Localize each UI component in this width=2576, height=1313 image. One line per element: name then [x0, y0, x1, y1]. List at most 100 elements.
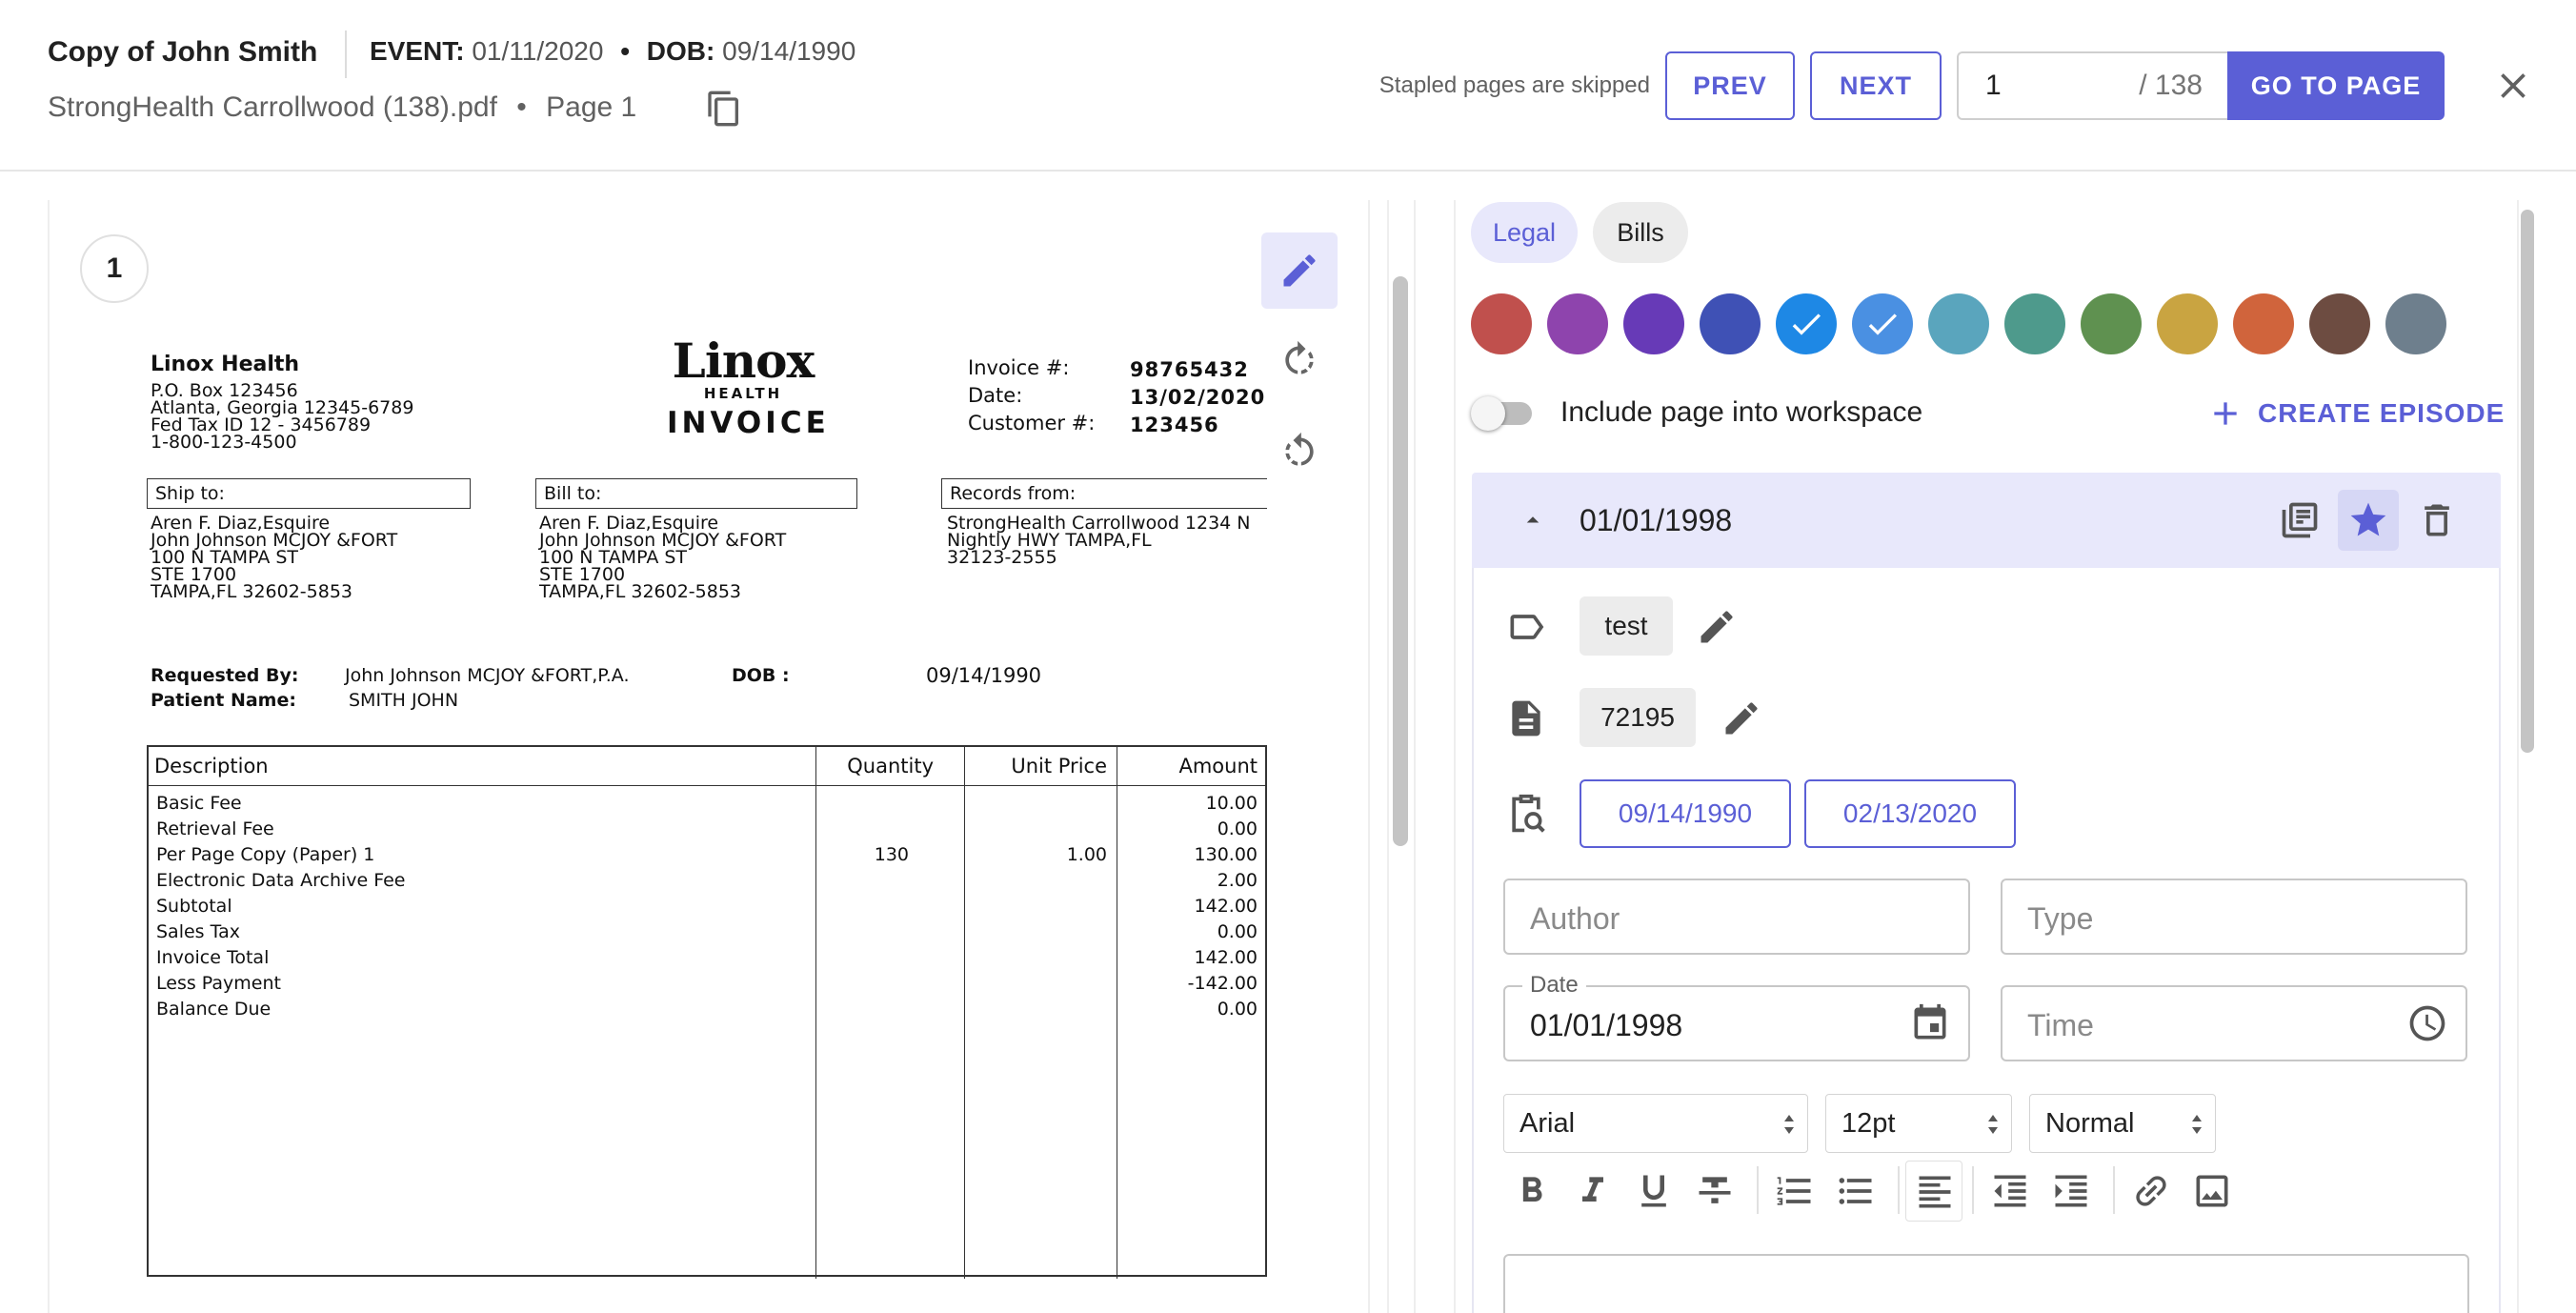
color-swatch[interactable] — [2004, 293, 2065, 354]
dob-date-button[interactable]: 09/14/1990 — [1580, 779, 1791, 848]
logo-subtext: HEALTH — [703, 385, 783, 402]
close-icon[interactable] — [2492, 65, 2534, 107]
copy-icon[interactable] — [705, 90, 743, 128]
underline-icon[interactable] — [1633, 1170, 1675, 1212]
author-field[interactable]: Author — [1503, 879, 1970, 955]
indent-icon[interactable] — [2050, 1170, 2092, 1212]
description-cell: Sales Tax — [156, 921, 240, 942]
requested-by-value: John Johnson MCJOY &FORT,P.A. — [345, 665, 630, 686]
prev-button[interactable]: PREV — [1665, 51, 1795, 120]
next-button[interactable]: NEXT — [1810, 51, 1942, 120]
edit-code-icon[interactable] — [1721, 697, 1762, 739]
author-placeholder: Author — [1530, 901, 1620, 936]
table-row: Per Page Copy (Paper) 1 130 1.00 130.00 — [149, 842, 1265, 868]
address-line: TAMPA,FL 32602-5853 — [151, 581, 353, 602]
font-family-select[interactable]: Arial — [1503, 1094, 1808, 1153]
strikethrough-icon[interactable] — [1694, 1170, 1736, 1212]
page-input-value[interactable]: 1 — [1985, 70, 2139, 102]
image-icon[interactable] — [2191, 1170, 2233, 1212]
numbered-list-icon[interactable] — [1774, 1170, 1816, 1212]
amount-cell: 130.00 — [1194, 844, 1258, 865]
color-swatch[interactable] — [1700, 293, 1761, 354]
panel-scrollbar-thumb[interactable] — [2521, 210, 2534, 753]
invoice-company: Linox Health — [151, 353, 300, 376]
amount-cell: -142.00 — [1187, 973, 1258, 994]
description-cell: Less Payment — [156, 973, 281, 994]
color-swatch[interactable] — [2233, 293, 2294, 354]
plus-icon — [2214, 402, 2237, 425]
library-books-icon[interactable] — [2279, 499, 2321, 541]
toolbar-divider — [1898, 1166, 1900, 1214]
color-swatch[interactable] — [2309, 293, 2370, 354]
bullet-list-icon[interactable] — [1835, 1170, 1877, 1212]
edit-page-button[interactable] — [1261, 232, 1338, 309]
address-line: 1-800-123-4500 — [151, 432, 297, 453]
tab-bills[interactable]: Bills — [1593, 202, 1688, 263]
invoice-dob-value: 09/14/1990 — [926, 664, 1042, 687]
table-row: Basic Fee 10.00 — [149, 791, 1265, 817]
type-field[interactable]: Type — [2001, 879, 2467, 955]
document-scrollbar-thumb[interactable] — [1393, 276, 1408, 846]
meta-value: 13/02/2020 — [1130, 386, 1266, 409]
color-swatch[interactable] — [2081, 293, 2142, 354]
table-row: Subtotal 142.00 — [149, 894, 1265, 919]
align-left-icon — [1919, 1176, 1951, 1208]
event-label: EVENT: — [370, 36, 465, 66]
italic-icon[interactable] — [1572, 1170, 1614, 1212]
event-date-button[interactable]: 02/13/2020 — [1804, 779, 2016, 848]
include-workspace-toggle[interactable] — [1471, 396, 1538, 431]
invoice-meta-labels: Invoice #: Date: Customer #: — [968, 354, 1095, 437]
invoice-company-address: P.O. Box 123456 Atlanta, Georgia 12345-6… — [151, 382, 413, 453]
bold-icon[interactable] — [1511, 1170, 1553, 1212]
description-cell: Subtotal — [156, 896, 232, 917]
episode-date: 01/01/1998 — [1580, 503, 1733, 537]
color-swatch[interactable] — [2157, 293, 2218, 354]
color-swatch[interactable] — [1776, 293, 1837, 354]
outdent-icon[interactable] — [1989, 1170, 2031, 1212]
time-field[interactable]: Time — [2001, 985, 2467, 1061]
create-episode-button[interactable]: CREATE EPISODE — [2206, 394, 2505, 433]
tab-legal[interactable]: Legal — [1471, 202, 1578, 263]
description-cell: Balance Due — [156, 999, 272, 1020]
toolbar-divider — [1972, 1166, 1974, 1214]
rotate-counterclockwise-icon[interactable] — [1278, 431, 1320, 473]
delete-icon[interactable] — [2416, 499, 2458, 541]
description-cell: Electronic Data Archive Fee — [156, 870, 406, 891]
color-swatch[interactable] — [1623, 293, 1684, 354]
time-placeholder: Time — [2027, 1008, 2094, 1042]
font-size-select[interactable]: 12pt — [1825, 1094, 2012, 1153]
date-field-value[interactable]: 01/01/1998 — [1530, 1008, 1682, 1043]
type-placeholder: Type — [2027, 901, 2094, 936]
invoice-heading: INVOICE — [667, 406, 830, 440]
event-date: 01/11/2020 — [472, 36, 604, 66]
tag-chip[interactable]: test — [1580, 596, 1673, 656]
date-field[interactable]: Date 01/01/1998 — [1503, 972, 1970, 1061]
align-left-button[interactable] — [1905, 1161, 1962, 1222]
collapse-arrow-icon[interactable] — [1519, 503, 1547, 537]
bullet-separator: • — [516, 91, 527, 123]
bill-to-box: Bill to: — [535, 478, 857, 509]
current-page-label: Page 1 — [546, 91, 637, 123]
invoice-table: Description Quantity Unit Price Amount B… — [147, 745, 1267, 1279]
color-swatch[interactable] — [1852, 293, 1913, 354]
color-swatch[interactable] — [1471, 293, 1532, 354]
color-swatch[interactable] — [1928, 293, 1989, 354]
description-cell: Per Page Copy (Paper) 1 — [156, 844, 375, 865]
table-row: Invoice Total 142.00 — [149, 945, 1265, 971]
color-swatch[interactable] — [1547, 293, 1608, 354]
link-icon[interactable] — [2130, 1170, 2172, 1212]
rotate-clockwise-icon[interactable] — [1278, 339, 1320, 381]
table-row: Retrieval Fee 0.00 — [149, 817, 1265, 842]
color-swatch[interactable] — [2385, 293, 2446, 354]
meta-value: 98765432 — [1130, 358, 1249, 381]
page-number-input[interactable]: 1 / 138 — [1957, 51, 2229, 120]
text-style-select[interactable]: Normal — [2029, 1094, 2216, 1153]
edit-tag-icon[interactable] — [1696, 606, 1738, 648]
code-chip[interactable]: 72195 — [1580, 688, 1696, 747]
favorite-button[interactable] — [2338, 490, 2399, 551]
note-editor[interactable] — [1503, 1254, 2469, 1313]
dob-label: DOB: — [646, 36, 715, 66]
go-to-page-button[interactable]: GO TO PAGE — [2227, 51, 2445, 120]
event-info: EVENT: 01/11/2020 • DOB: 09/14/1990 — [370, 36, 855, 67]
stapled-note: Stapled pages are skipped — [1379, 72, 1650, 98]
